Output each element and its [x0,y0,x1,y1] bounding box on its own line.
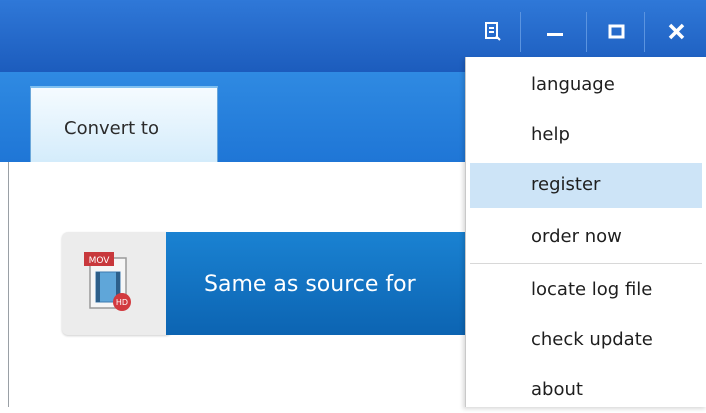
menu-separator [470,263,702,264]
control-separator [644,12,645,52]
mov-file-icon: MOV HD [82,252,140,318]
menu-item-about[interactable]: about [470,368,702,413]
menu-item-locate-log-file[interactable]: locate log file [470,268,702,313]
menu-item-help[interactable]: help [470,113,702,158]
hd-badge: HD [116,298,128,307]
tab-label: Convert to [64,118,159,139]
menu-item-register[interactable]: register [470,163,702,208]
menu-item-label: check update [531,329,653,350]
format-badge: MOV [89,256,111,266]
content-border [8,162,9,407]
settings-menu: language help register order now locate … [465,57,706,407]
menu-item-language[interactable]: language [470,63,702,108]
menu-item-label: locate log file [531,279,653,300]
output-format-label: Same as source for [204,272,416,297]
control-separator [520,12,521,52]
menu-item-label: about [531,379,583,400]
menu-item-order-now[interactable]: order now [470,215,702,260]
minimize-icon[interactable] [540,16,570,46]
menu-item-label: language [531,74,615,95]
close-icon[interactable] [662,16,692,46]
menu-item-label: help [531,124,570,145]
log-icon[interactable] [477,16,507,46]
control-separator [586,12,587,52]
maximize-icon[interactable] [601,16,631,46]
output-format-selector[interactable]: Same as source for [166,232,466,335]
tab-convert-to[interactable]: Convert to [30,86,218,162]
menu-item-label: order now [531,226,622,247]
menu-item-check-update[interactable]: check update [470,318,702,363]
menu-item-label: register [531,174,601,195]
